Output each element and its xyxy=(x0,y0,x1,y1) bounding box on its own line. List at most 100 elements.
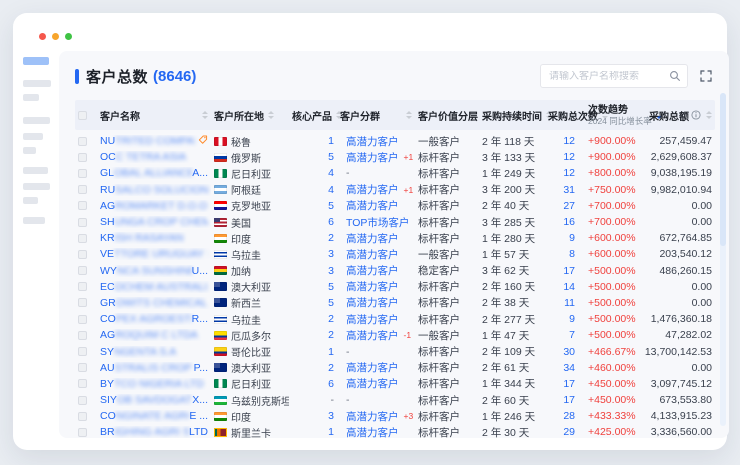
segment-link[interactable]: 高潜力客户 xyxy=(346,360,399,375)
segment-link[interactable]: 高潜力客户 xyxy=(346,376,399,391)
customer-name-link[interactable]: ECOCHEM AUSTRALIA PTY LIMITED xyxy=(100,281,208,293)
segment-link[interactable]: 高潜力客户 xyxy=(346,198,399,213)
customer-name-link[interactable]: RUSALCO SOLUCIONES S.A xyxy=(100,184,208,196)
sidebar-placeholder-item[interactable] xyxy=(23,94,39,101)
sort-caret-icon[interactable] xyxy=(202,111,208,119)
customer-name-link[interactable]: COPEX AGROESTRINA ALJIDOR... xyxy=(100,313,208,325)
search-input[interactable] xyxy=(549,71,669,82)
sort-caret-icon[interactable] xyxy=(706,111,712,119)
sort-caret-icon[interactable] xyxy=(406,111,412,119)
segment-link[interactable]: 高潜力客户 xyxy=(346,247,399,262)
core-products-link[interactable]: 3 xyxy=(328,248,334,260)
tag-icon[interactable] xyxy=(195,135,208,148)
core-products-link[interactable]: 6 xyxy=(328,216,334,228)
row-checkbox[interactable] xyxy=(78,379,87,388)
duration-text: 2 年 109 天 xyxy=(482,344,535,359)
customer-name-link[interactable]: SIYOB SAVDOGAT ORZU TERMIX... xyxy=(100,394,208,406)
row-checkbox[interactable] xyxy=(78,137,87,146)
core-products-link[interactable]: 5 xyxy=(328,281,334,293)
customer-name-link[interactable]: BRIGHING AGRI SOLUTIONS PVT LTD xyxy=(100,426,208,438)
customer-name-link[interactable]: AUSTRALIS CROP PROTECTION P... xyxy=(100,362,208,374)
segment-link[interactable]: 高潜力客户 xyxy=(346,425,399,440)
core-products-link[interactable]: 2 xyxy=(328,362,334,374)
customer-name-link[interactable]: SYNGENTA S.A xyxy=(100,346,176,358)
sidebar-placeholder-item[interactable] xyxy=(23,217,45,224)
scrollbar-thumb[interactable] xyxy=(720,93,726,246)
row-checkbox[interactable] xyxy=(78,347,87,356)
row-checkbox[interactable] xyxy=(78,315,87,324)
customer-name-link[interactable]: GLOBAL ALLIANCE FOR CHEMICA... xyxy=(100,167,208,179)
core-products-link[interactable]: 5 xyxy=(328,297,334,309)
row-checkbox[interactable] xyxy=(78,201,87,210)
row-checkbox[interactable] xyxy=(78,266,87,275)
segment-link[interactable]: 高潜力客户 xyxy=(346,182,399,197)
row-checkbox[interactable] xyxy=(78,282,87,291)
customer-name-link[interactable]: VETTORE URUGUAY S.R.L xyxy=(100,248,208,260)
segment-link[interactable]: TOP市场客户 xyxy=(346,215,409,230)
segment-link[interactable]: 高潜力客户 xyxy=(346,295,399,310)
segment-link[interactable]: 高潜力客户 xyxy=(346,263,399,278)
core-products-link[interactable]: 2 xyxy=(328,313,334,325)
search-icon[interactable] xyxy=(669,70,681,82)
row-checkbox[interactable] xyxy=(78,218,87,227)
customer-name-prefix: SH xyxy=(100,216,115,228)
customer-name-link[interactable]: BYTCO NIGERIA LTD xyxy=(100,378,204,390)
core-products-link[interactable]: 3 xyxy=(328,265,334,277)
row-checkbox[interactable] xyxy=(78,185,87,194)
info-icon[interactable] xyxy=(691,110,701,120)
core-products-link[interactable]: 3 xyxy=(328,410,334,422)
segment-link[interactable]: 高潜力客户 xyxy=(346,409,399,424)
row-checkbox[interactable] xyxy=(78,298,87,307)
sidebar-placeholder-item[interactable] xyxy=(23,117,50,124)
segment-link[interactable]: 高潜力客户 xyxy=(346,150,399,165)
row-checkbox[interactable] xyxy=(78,169,87,178)
segment-link[interactable]: 高潜力客户 xyxy=(346,279,399,294)
core-products-link[interactable]: 2 xyxy=(328,329,334,341)
sidebar-placeholder-item[interactable] xyxy=(23,183,50,190)
select-all-checkbox[interactable] xyxy=(78,111,87,120)
trend-value: +500.00% xyxy=(588,329,636,341)
core-products-link[interactable]: 1 xyxy=(328,426,334,438)
sidebar-placeholder-item[interactable] xyxy=(23,197,38,204)
core-products-link[interactable]: 5 xyxy=(328,151,334,163)
customer-name-link[interactable]: GROWITS CHEMICALS LIMITED xyxy=(100,297,208,309)
core-products-link[interactable]: 1 xyxy=(328,346,334,358)
sidebar-item-active[interactable] xyxy=(23,57,49,65)
customer-name-link[interactable]: SHUNGA CROP CHEM xyxy=(100,216,208,228)
core-products-link[interactable]: 1 xyxy=(328,135,334,147)
customer-name-link[interactable]: KRISH RASAYAN xyxy=(100,232,184,244)
segment-link[interactable]: 高潜力客户 xyxy=(346,134,399,149)
row-checkbox[interactable] xyxy=(78,331,87,340)
row-checkbox[interactable] xyxy=(78,234,87,243)
row-checkbox[interactable] xyxy=(78,363,87,372)
customer-name-redacted: SALCO SOLUCIONES S.A xyxy=(115,184,208,196)
row-checkbox[interactable] xyxy=(78,428,87,437)
row-checkbox[interactable] xyxy=(78,250,87,259)
row-checkbox[interactable] xyxy=(78,396,87,405)
customer-name-link[interactable]: CONGINATE AGROPACK FRUCE ... xyxy=(100,410,208,422)
customer-name-link[interactable]: AGROQUIM C LTDA xyxy=(100,329,198,341)
cell-checkbox xyxy=(75,153,97,162)
country-name: 澳大利亚 xyxy=(231,279,271,294)
sidebar-placeholder-item[interactable] xyxy=(23,147,36,154)
core-products-link[interactable]: 2 xyxy=(328,232,334,244)
customer-name-link[interactable]: NUTRITED COMPAN S.A.C xyxy=(100,135,195,147)
core-products-link[interactable]: 4 xyxy=(328,184,334,196)
sidebar-placeholder-item[interactable] xyxy=(23,133,43,140)
segment-link[interactable]: 高潜力客户 xyxy=(346,328,399,343)
row-checkbox[interactable] xyxy=(78,153,87,162)
segment-link[interactable]: 高潜力客户 xyxy=(346,231,399,246)
sidebar-placeholder-item[interactable] xyxy=(23,167,48,174)
core-products-link[interactable]: 4 xyxy=(328,167,334,179)
core-products-link[interactable]: 5 xyxy=(328,200,334,212)
fullscreen-expand-icon[interactable] xyxy=(697,67,715,85)
core-products-link[interactable]: 6 xyxy=(328,378,334,390)
table-scrollbar[interactable] xyxy=(720,93,726,426)
customer-name-link[interactable]: WYNCA SUNSHINE AGRO PRODU... xyxy=(100,265,208,277)
sidebar-placeholder-item[interactable] xyxy=(23,80,51,87)
segment-link[interactable]: 高潜力客户 xyxy=(346,312,399,327)
customer-name-link[interactable]: OCC TETRA ASIA xyxy=(100,151,186,163)
sort-caret-icon[interactable] xyxy=(268,111,274,119)
row-checkbox[interactable] xyxy=(78,412,87,421)
customer-name-link[interactable]: AGROMARKET D.O.O xyxy=(100,200,207,212)
